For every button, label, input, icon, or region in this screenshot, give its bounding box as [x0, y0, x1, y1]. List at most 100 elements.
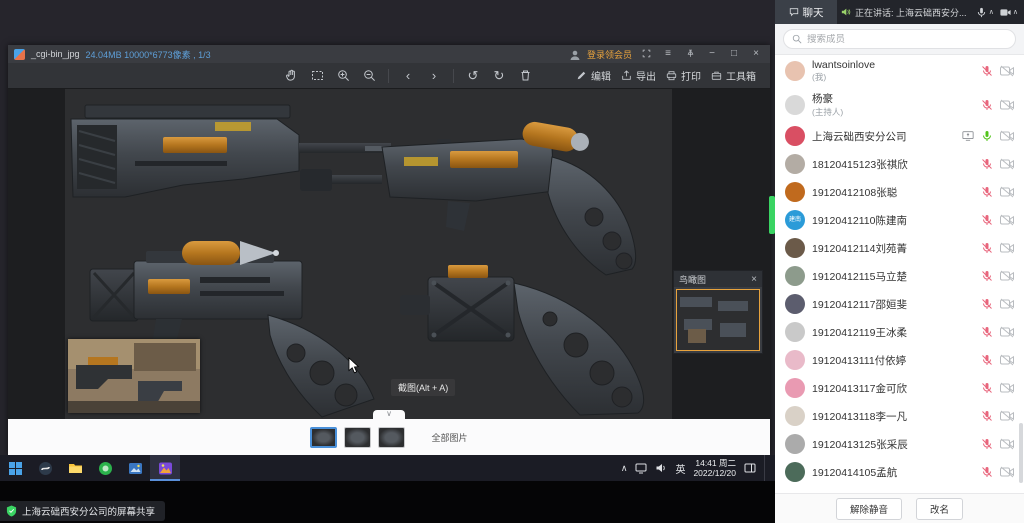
member-row[interactable]: 19120412114刘苑菁	[775, 234, 1024, 262]
all-images-label[interactable]: 全部图片	[431, 431, 467, 444]
search-input[interactable]	[807, 34, 1007, 45]
camera-icon[interactable]	[1000, 298, 1014, 310]
mic-icon[interactable]	[981, 354, 993, 366]
fullscreen-button[interactable]	[638, 45, 654, 63]
camera-icon[interactable]	[1000, 65, 1014, 77]
zoom-out-icon[interactable]	[358, 66, 380, 86]
file-explorer-icon[interactable]	[60, 455, 90, 481]
member-row[interactable]: 19120414105孟航	[775, 458, 1024, 486]
export-button[interactable]: 导出	[621, 68, 656, 83]
unmute-button[interactable]: 解除静音	[836, 498, 902, 520]
camera-icon[interactable]	[1000, 466, 1014, 478]
clock[interactable]: 14:41 周二 2022/12/20	[693, 458, 736, 478]
scrollbar-thumb[interactable]	[1019, 423, 1023, 483]
mic-icon[interactable]	[981, 99, 993, 111]
network-icon[interactable]	[635, 462, 647, 474]
member-row[interactable]: 19120412117邵姮斐	[775, 290, 1024, 318]
print-button[interactable]: 打印	[666, 68, 701, 83]
camera-icon[interactable]	[1000, 99, 1014, 111]
zoom-in-icon[interactable]	[332, 66, 354, 86]
start-button[interactable]	[0, 455, 30, 481]
camera-icon[interactable]	[1000, 326, 1014, 338]
mic-icon[interactable]	[981, 214, 993, 226]
mic-icon[interactable]	[981, 382, 993, 394]
menu-button[interactable]: ≡	[660, 45, 676, 63]
mic-icon[interactable]	[981, 130, 993, 142]
pin-button[interactable]	[682, 45, 698, 63]
maximize-button[interactable]: □	[726, 45, 742, 63]
mic-icon[interactable]	[981, 438, 993, 450]
volume-icon[interactable]	[655, 462, 667, 474]
mic-icon[interactable]	[981, 242, 993, 254]
hand-tool-icon[interactable]	[280, 66, 302, 86]
camera-icon[interactable]	[1000, 410, 1014, 422]
viewer-canvas[interactable]: 截图(Alt + A)	[8, 89, 770, 419]
membership-badge[interactable]: 登录领会员	[587, 48, 632, 61]
camera-icon[interactable]	[1000, 242, 1014, 254]
tray-expand-icon[interactable]: ∧	[621, 463, 628, 474]
mic-icon[interactable]	[981, 270, 993, 282]
language-indicator[interactable]: 英	[675, 461, 685, 476]
camera-icon[interactable]	[1000, 438, 1014, 450]
member-row[interactable]: 杨豪 (主持人)	[775, 87, 1024, 122]
delete-button[interactable]	[514, 66, 536, 86]
mic-toggle-icon[interactable]	[976, 7, 987, 18]
browser-icon[interactable]	[90, 455, 120, 481]
taskbar-app-icon-1[interactable]	[30, 455, 60, 481]
minimize-button[interactable]: −	[704, 45, 720, 63]
mic-icon[interactable]	[981, 65, 993, 77]
member-row[interactable]: 19120413111付依婷	[775, 346, 1024, 374]
mic-icon[interactable]	[981, 298, 993, 310]
member-row[interactable]: 18120415123张祺欣	[775, 150, 1024, 178]
rotate-right-button[interactable]: ↻	[488, 66, 510, 86]
member-row[interactable]: 19120413118李一凡	[775, 402, 1024, 430]
image-viewer-taskbar-icon[interactable]	[150, 455, 180, 481]
mic-icon[interactable]	[981, 466, 993, 478]
speaking-indicator[interactable]: 正在讲话: 上海云础西安分...	[837, 0, 970, 24]
camera-icon[interactable]	[1000, 158, 1014, 170]
close-button[interactable]: ×	[748, 45, 764, 63]
birdview-close-icon[interactable]: ×	[751, 274, 757, 285]
member-row[interactable]: 19120413117金可欣	[775, 374, 1024, 402]
prev-image-button[interactable]: ‹	[397, 66, 419, 86]
rotate-left-button[interactable]: ↺	[462, 66, 484, 86]
member-row[interactable]: 19120412119王冰柔	[775, 318, 1024, 346]
member-avatar	[785, 182, 805, 202]
notification-center-icon[interactable]	[744, 462, 756, 474]
tab-chat[interactable]: 聊天	[775, 0, 837, 24]
member-row[interactable]: 19120413125张采辰	[775, 430, 1024, 458]
viewer-titlebar[interactable]: _cgi-bin_jpg 24.04MB 10000*6773像素 , 1/3 …	[8, 45, 770, 63]
user-avatar-icon[interactable]	[569, 48, 581, 60]
show-desktop-button[interactable]	[764, 455, 769, 481]
camera-options-chevron[interactable]: ∧	[1013, 8, 1018, 16]
camera-icon[interactable]	[1000, 382, 1014, 394]
birdview-map[interactable]	[674, 287, 762, 353]
member-row[interactable]: lwantsoinlove (我)	[775, 55, 1024, 87]
mic-options-chevron[interactable]: ∧	[989, 8, 994, 16]
rename-button[interactable]: 改名	[916, 498, 963, 520]
camera-icon[interactable]	[1000, 354, 1014, 366]
camera-icon[interactable]	[1000, 130, 1014, 142]
next-image-button[interactable]: ›	[423, 66, 445, 86]
camera-icon[interactable]	[1000, 186, 1014, 198]
member-row[interactable]: 上海云础西安分公司	[775, 122, 1024, 150]
camera-toggle-icon[interactable]	[1000, 7, 1011, 18]
filmstrip-thumb[interactable]	[344, 427, 371, 448]
camera-icon[interactable]	[1000, 270, 1014, 282]
edit-button[interactable]: 编辑	[576, 68, 611, 83]
member-row[interactable]: 19120412115马立楚	[775, 262, 1024, 290]
filmstrip-thumb[interactable]	[378, 427, 405, 448]
select-tool-icon[interactable]	[306, 66, 328, 86]
birdview-panel[interactable]: 鸟瞰图 ×	[673, 270, 763, 354]
member-row[interactable]: 建南 19120412110陈建南	[775, 206, 1024, 234]
collapse-filmstrip-button[interactable]: ∨	[373, 410, 405, 419]
mic-icon[interactable]	[981, 158, 993, 170]
mic-icon[interactable]	[981, 186, 993, 198]
photos-app-icon[interactable]	[120, 455, 150, 481]
camera-icon[interactable]	[1000, 214, 1014, 226]
filmstrip-thumb[interactable]	[310, 427, 337, 448]
mic-icon[interactable]	[981, 326, 993, 338]
toolbox-button[interactable]: 工具箱	[711, 68, 756, 83]
member-row[interactable]: 19120412108张聪	[775, 178, 1024, 206]
mic-icon[interactable]	[981, 410, 993, 422]
